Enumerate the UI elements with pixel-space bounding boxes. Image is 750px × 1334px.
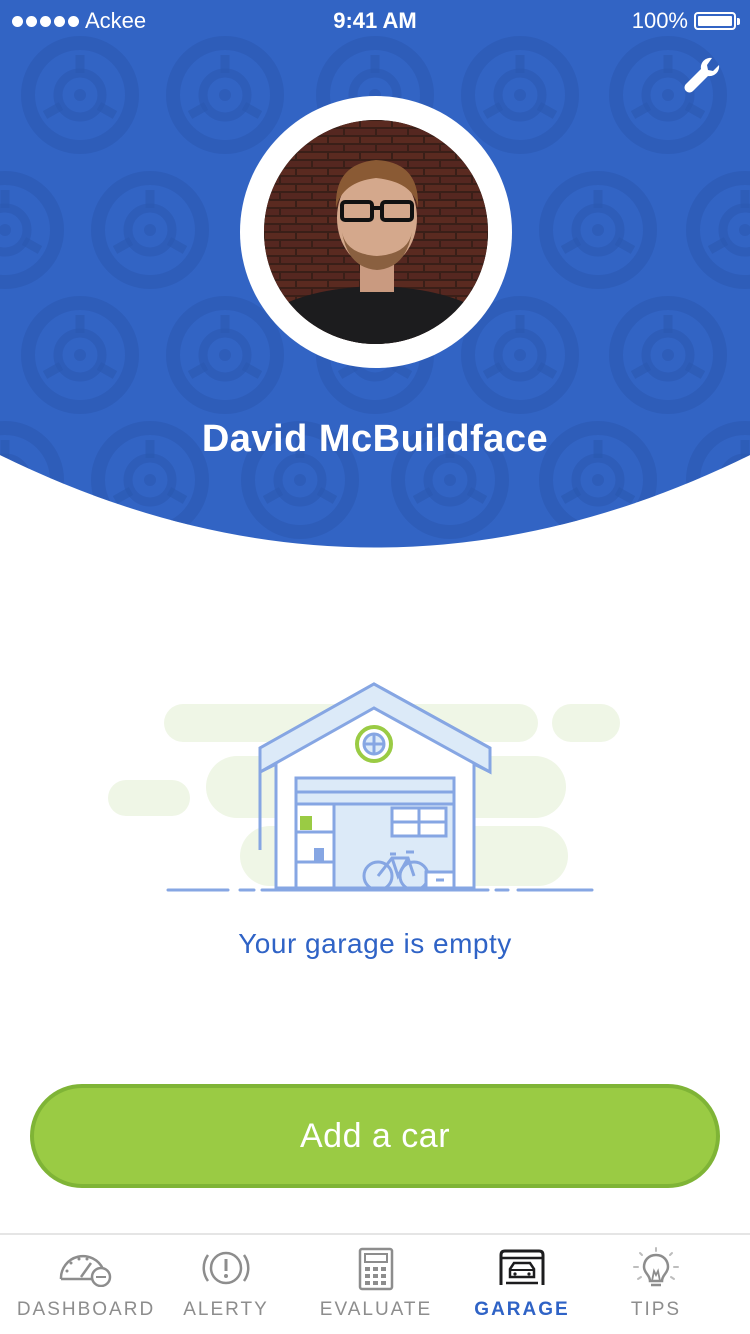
tab-label: GARAGE [474, 1299, 570, 1320]
garage-illustration [108, 682, 620, 892]
tab-evaluate[interactable]: EVALUATE [304, 1235, 448, 1334]
tab-label: TIPS [630, 1299, 682, 1320]
tab-tips[interactable]: TIPS [608, 1235, 704, 1334]
avatar[interactable] [264, 120, 488, 344]
lightbulb-icon [633, 1247, 679, 1287]
tab-bar: DASHBOARD ALERTY EVALUATE GARAGE TIPS [0, 1233, 750, 1334]
garage-car-icon [499, 1249, 545, 1285]
tab-garage[interactable]: GARAGE [460, 1235, 584, 1334]
wrench-icon [684, 57, 720, 93]
avatar-photo [264, 120, 488, 344]
settings-wrench-button[interactable] [678, 52, 726, 100]
user-name: David McBuildface [201, 418, 549, 460]
calculator-icon [358, 1247, 394, 1291]
avatar-ring [240, 96, 512, 368]
tab-label: DASHBOARD [16, 1299, 156, 1320]
tab-label: EVALUATE [319, 1299, 433, 1320]
status-bar: Ackee 9:41 AM 100% [0, 0, 750, 40]
tab-dashboard[interactable]: DASHBOARD [0, 1235, 172, 1334]
speedometer-icon [59, 1254, 112, 1287]
alert-icon [202, 1251, 250, 1285]
profile-header: Ackee 9:41 AM 100% David McBuildface [0, 0, 750, 560]
tab-alerty[interactable]: ALERTY [172, 1235, 280, 1334]
battery-status: 100% [631, 8, 740, 34]
empty-garage-message: Your garage is empty [238, 928, 512, 959]
add-car-button[interactable]: Add a car [30, 1084, 720, 1188]
battery-percent: 100% [631, 8, 688, 33]
battery-icon [694, 12, 740, 30]
tab-label: ALERTY [183, 1299, 269, 1320]
